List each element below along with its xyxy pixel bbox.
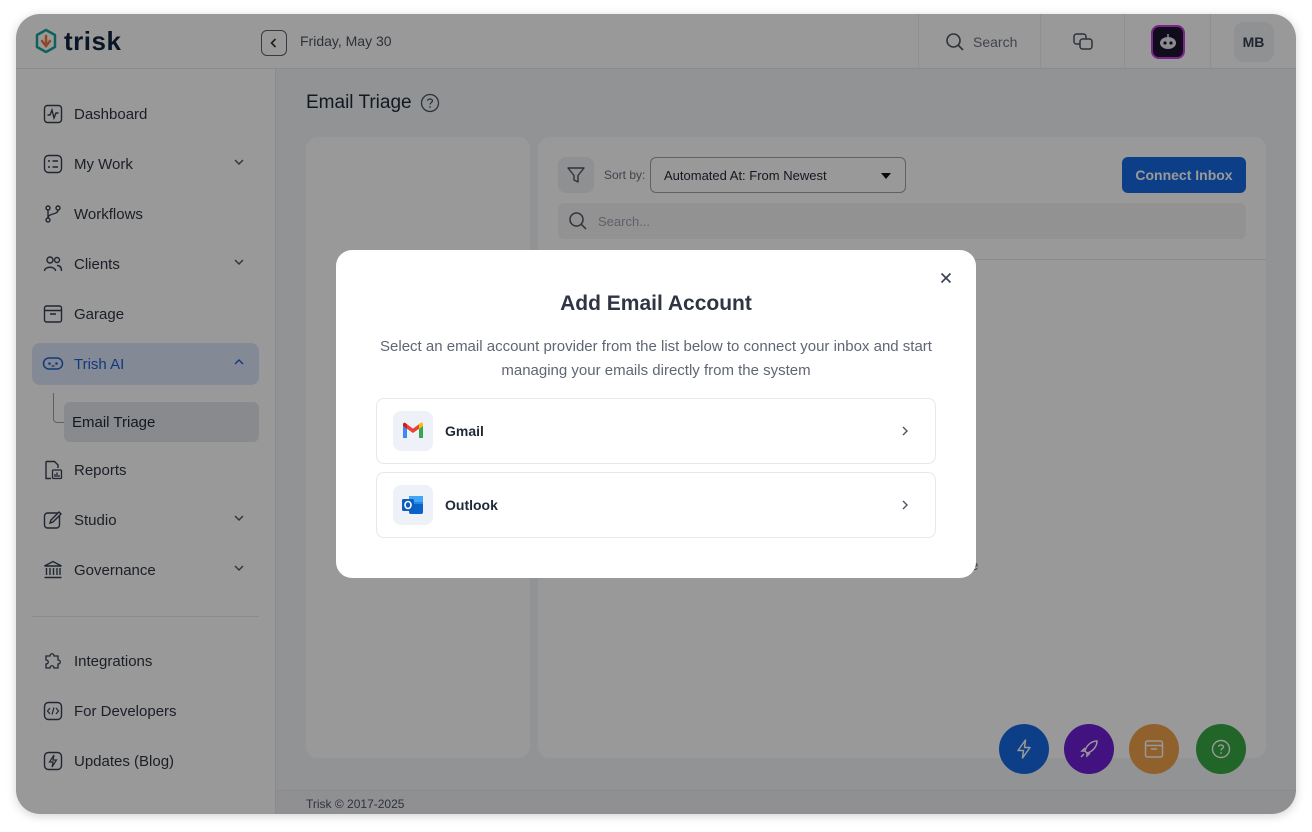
provider-name: Outlook: [445, 497, 498, 513]
provider-name: Gmail: [445, 423, 484, 439]
close-button[interactable]: [936, 268, 956, 288]
close-icon: [940, 272, 952, 284]
chevron-right-icon: [902, 426, 908, 436]
provider-outlook[interactable]: Outlook: [376, 472, 936, 538]
gmail-icon: [393, 411, 433, 451]
add-email-account-modal: Add Email Account Select an email accoun…: [336, 250, 976, 578]
modal-title: Add Email Account: [560, 292, 752, 315]
outlook-icon: [393, 485, 433, 525]
chevron-right-icon: [902, 500, 908, 510]
modal-description: Select an email account provider from th…: [380, 338, 932, 379]
provider-gmail[interactable]: Gmail: [376, 398, 936, 464]
app-window: trisk Friday, May 30 Search MB Dashboard: [16, 14, 1296, 814]
